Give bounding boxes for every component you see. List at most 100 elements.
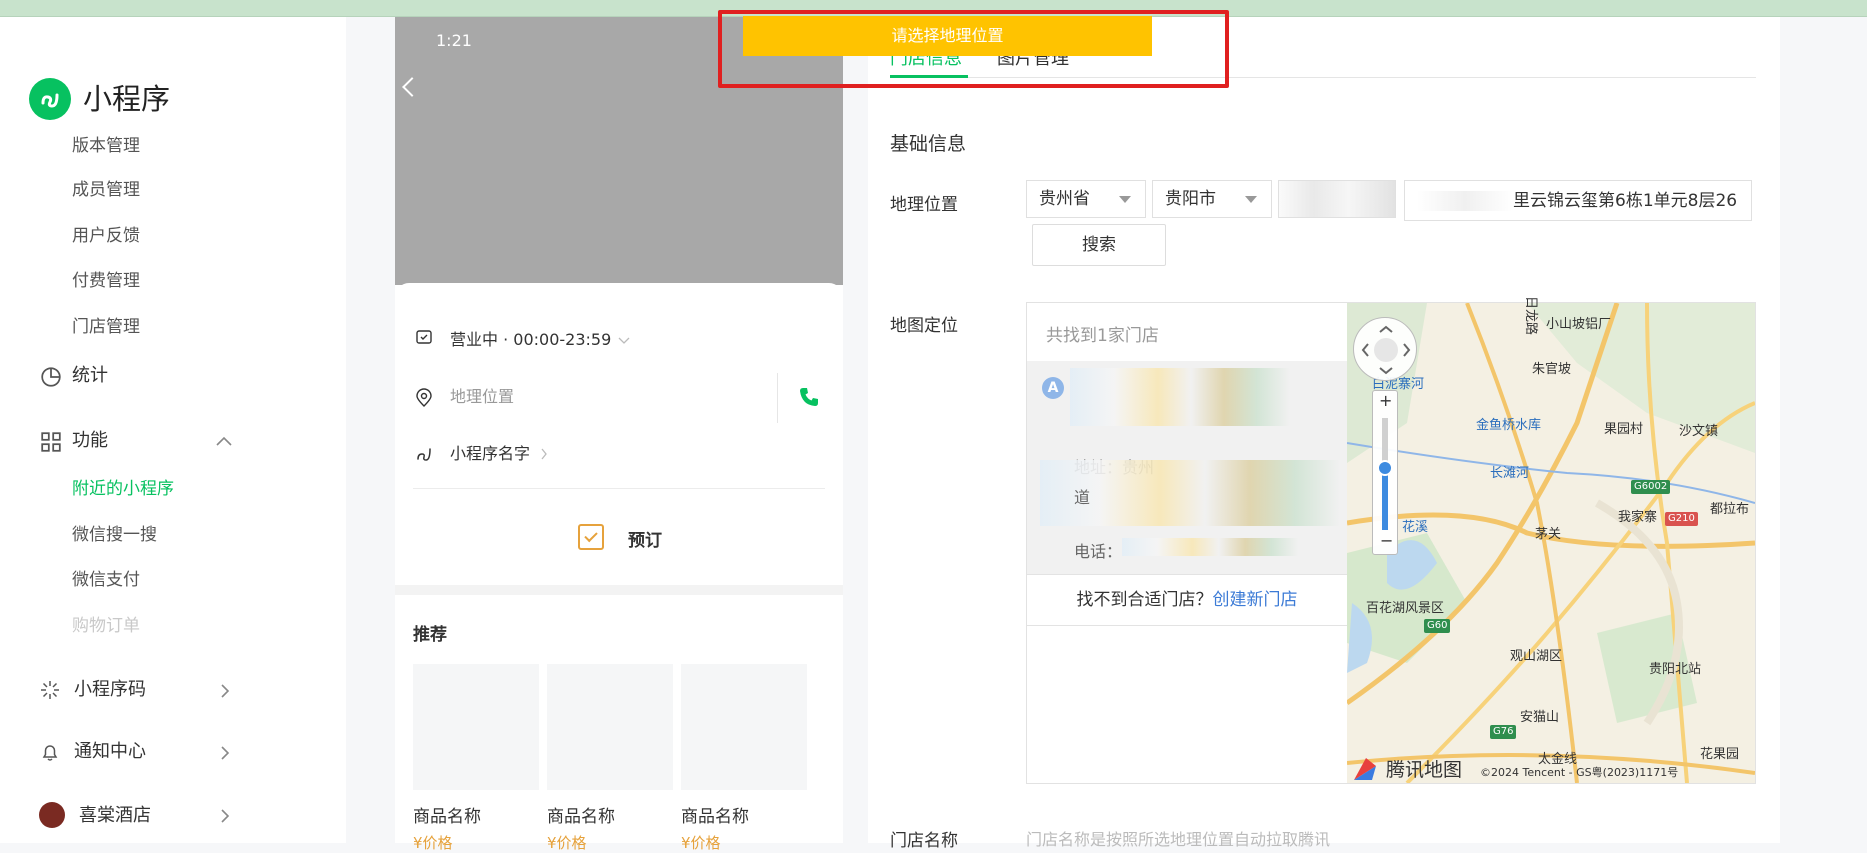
map-label: 百花湖风景区 bbox=[1366, 601, 1445, 616]
brand-title: 小程序 bbox=[83, 82, 171, 116]
sidebar-item-feedback[interactable]: 用户反馈 bbox=[72, 225, 140, 247]
section-title: 基础信息 bbox=[890, 133, 967, 155]
not-found-text: 找不到合适门店？ bbox=[1076, 590, 1213, 610]
chevron-right-icon bbox=[541, 448, 547, 460]
map-brand: 腾讯地图 bbox=[1386, 759, 1463, 781]
map-label: 沙文镇 bbox=[1679, 424, 1719, 439]
tencent-map-logo-icon bbox=[1354, 758, 1376, 780]
address-value: 里云锦云玺第6栋1单元8层26 bbox=[1513, 191, 1738, 211]
divider bbox=[777, 373, 778, 423]
map-label: 花溪 bbox=[1402, 520, 1429, 535]
map-label: 安猫山 bbox=[1520, 710, 1560, 725]
grid-icon bbox=[41, 432, 61, 452]
sidebar-item-orders[interactable]: 购物订单 bbox=[72, 615, 140, 637]
sidebar-group-notice[interactable]: 通知中心 bbox=[40, 740, 236, 766]
highway-shield: G76 bbox=[1490, 725, 1517, 739]
zoom-level-fill bbox=[1382, 468, 1388, 530]
sidebar-group-code-label: 小程序码 bbox=[74, 679, 146, 700]
create-store-link[interactable]: 创建新门店 bbox=[1213, 590, 1298, 610]
product-image[interactable] bbox=[547, 664, 673, 790]
highway-shield: G60 bbox=[1424, 619, 1451, 633]
result-marker: A bbox=[1042, 377, 1064, 399]
mini-program-name[interactable]: 小程序名字 bbox=[450, 443, 530, 465]
sidebar-item-payment[interactable]: 付费管理 bbox=[72, 270, 140, 292]
zoom-in-icon[interactable]: + bbox=[1379, 393, 1392, 409]
product-image[interactable] bbox=[413, 664, 539, 790]
map-copyright: ©2024 Tencent - GS粤(2023)1171号 bbox=[1480, 766, 1679, 779]
sidebar-group-notice-label: 通知中心 bbox=[74, 741, 146, 762]
store-name-hint: 门店名称是按照所选地理位置自动拉取腾讯 bbox=[1026, 830, 1331, 849]
account-name: 喜棠酒店 bbox=[79, 805, 151, 826]
location-placeholder[interactable]: 地理位置 bbox=[450, 386, 514, 408]
city-select[interactable]: 贵阳市 bbox=[1152, 180, 1272, 218]
product-name: 商品名称 bbox=[681, 807, 749, 827]
sidebar-group-stats-label: 统计 bbox=[72, 365, 108, 386]
account-avatar bbox=[39, 802, 65, 828]
map-label: 小山坡铝厂 bbox=[1546, 317, 1612, 332]
sidebar-item-wechat-pay[interactable]: 微信支付 bbox=[72, 569, 140, 591]
province-value: 贵州省 bbox=[1039, 189, 1090, 209]
phone-clock: 1:21 bbox=[436, 31, 472, 50]
search-button[interactable]: 搜索 bbox=[1032, 224, 1166, 266]
zoom-slider-handle[interactable] bbox=[1377, 460, 1393, 476]
map-label: 朱官坡 bbox=[1532, 362, 1572, 377]
found-count: 共找到1家门店 bbox=[1046, 326, 1159, 346]
sidebar-item-stores[interactable]: 门店管理 bbox=[72, 316, 140, 338]
geo-label: 地理位置 bbox=[890, 195, 958, 215]
recommend-title: 推荐 bbox=[413, 625, 447, 645]
map-label: 观山湖区 bbox=[1510, 649, 1563, 664]
divider bbox=[413, 488, 825, 489]
sidebar-item-version[interactable]: 版本管理 bbox=[72, 135, 140, 157]
booking-icon bbox=[578, 524, 604, 550]
product-name: 商品名称 bbox=[547, 807, 615, 827]
store-road: 道 bbox=[1074, 488, 1091, 507]
address-input[interactable]: 里云锦云玺第6栋1单元8层26 bbox=[1404, 180, 1752, 221]
sidebar-item-wechat-search[interactable]: 微信搜一搜 bbox=[72, 524, 157, 546]
sidebar-group-functions[interactable]: 功能 bbox=[40, 429, 300, 455]
map-label: 长滩河 bbox=[1490, 466, 1530, 481]
redacted-phone bbox=[1122, 538, 1298, 556]
map-label: 金鱼桥水库 bbox=[1476, 418, 1542, 433]
chevron-right-icon bbox=[221, 809, 230, 823]
mini-program-logo-icon bbox=[29, 78, 71, 120]
city-value: 贵阳市 bbox=[1165, 189, 1216, 209]
not-found-bar: 找不到合适门店？创建新门店 bbox=[1027, 574, 1347, 626]
highlight-box bbox=[718, 10, 1229, 88]
sidebar-group-code[interactable]: 小程序码 bbox=[40, 678, 236, 704]
chevron-up-icon[interactable] bbox=[216, 436, 232, 446]
map-pan-control[interactable] bbox=[1353, 317, 1417, 381]
pie-chart-icon bbox=[41, 367, 61, 387]
map-label: 日龙路 bbox=[1523, 295, 1539, 336]
highway-shield: G6002 bbox=[1631, 480, 1671, 494]
phone-call-icon[interactable] bbox=[798, 386, 820, 408]
zoom-out-icon[interactable]: − bbox=[1380, 533, 1393, 549]
sun-code-icon bbox=[41, 681, 59, 699]
sidebar-item-nearby[interactable]: 附近的小程序 bbox=[72, 478, 174, 500]
sidebar-group-functions-label: 功能 bbox=[72, 430, 108, 451]
sidebar-account[interactable]: 喜棠酒店 bbox=[39, 802, 236, 830]
sidebar-item-members[interactable]: 成员管理 bbox=[72, 179, 140, 201]
chevron-right-icon bbox=[221, 746, 230, 760]
map-label: 我家寨 bbox=[1618, 510, 1658, 525]
section-gap bbox=[395, 585, 843, 595]
map-label: 茅关 bbox=[1535, 527, 1562, 542]
map-label: 果园村 bbox=[1604, 422, 1644, 437]
mini-program-link-icon bbox=[417, 448, 431, 461]
bell-icon bbox=[42, 745, 58, 761]
map-label: 贵阳北站 bbox=[1649, 662, 1702, 677]
calendar-check-icon bbox=[416, 330, 432, 344]
product-image[interactable] bbox=[681, 664, 807, 790]
sidebar-group-stats[interactable]: 统计 bbox=[40, 364, 300, 390]
dropdown-arrow-icon bbox=[1119, 196, 1131, 203]
store-name-label: 门店名称 bbox=[890, 831, 958, 851]
map-label: 都拉布 bbox=[1710, 502, 1750, 517]
district-select[interactable] bbox=[1278, 180, 1396, 218]
province-select[interactable]: 贵州省 bbox=[1026, 180, 1146, 218]
booking-button[interactable]: 预订 bbox=[628, 526, 662, 551]
chevron-down-icon bbox=[618, 337, 630, 344]
product-name: 商品名称 bbox=[413, 807, 481, 827]
redacted-area bbox=[1417, 191, 1513, 211]
map-label: 地图定位 bbox=[890, 316, 958, 336]
business-hours[interactable]: 营业中 · 00:00-23:59 bbox=[450, 329, 611, 351]
dropdown-arrow-icon bbox=[1245, 196, 1257, 203]
